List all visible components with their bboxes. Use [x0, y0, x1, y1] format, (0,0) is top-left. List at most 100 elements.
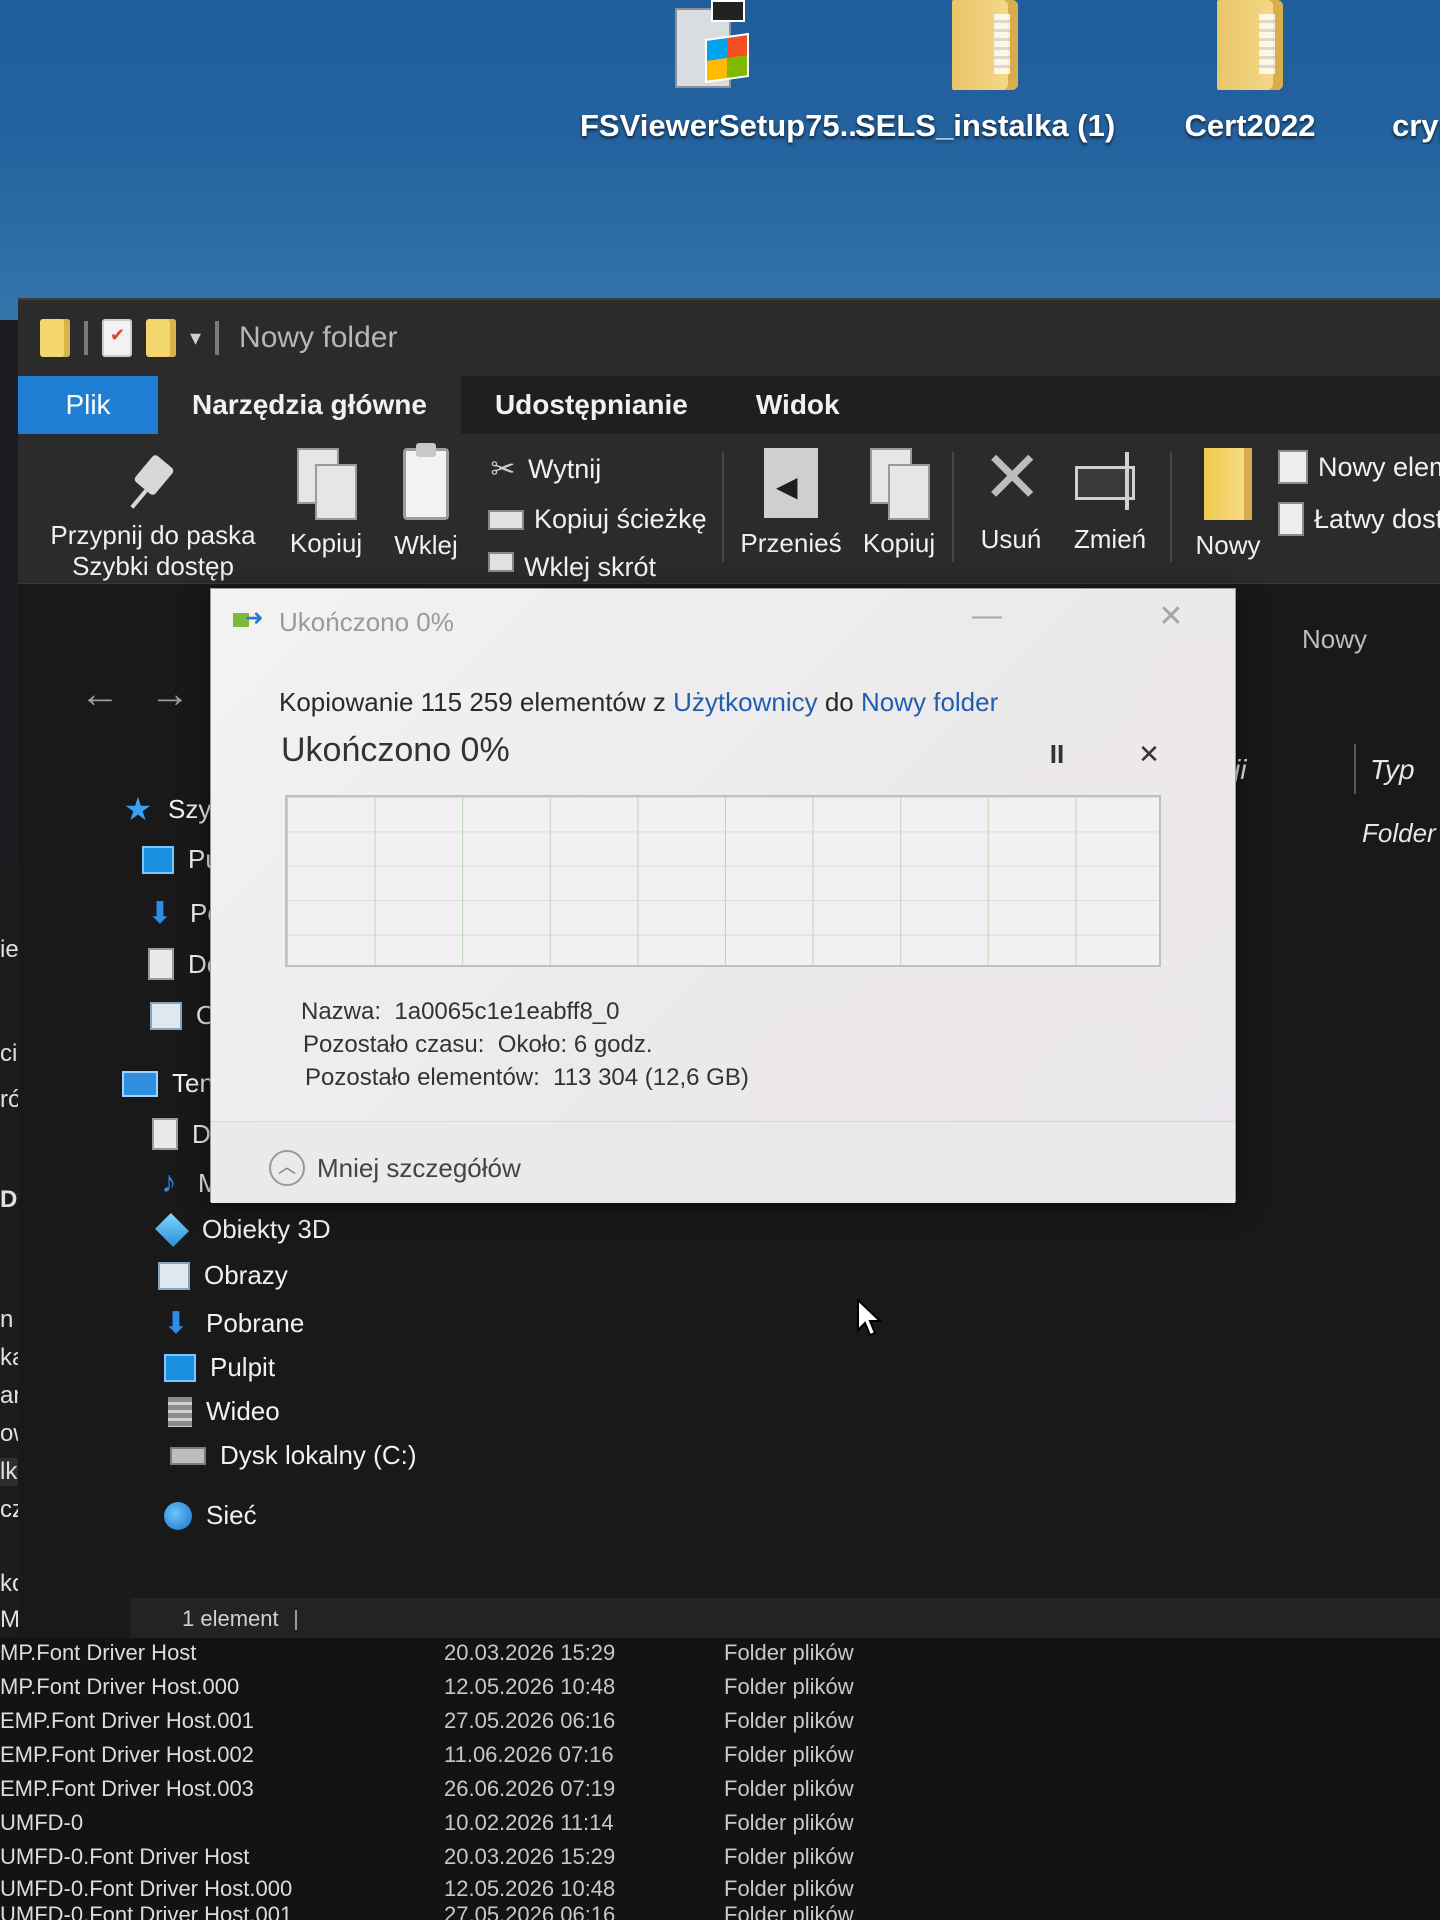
back-arrow-icon[interactable]: ←: [80, 672, 120, 717]
sidebar-item-desktop[interactable]: Pu: [142, 844, 220, 875]
pin-label: Przypnij do paska: [50, 520, 256, 550]
copy-mid: do: [817, 687, 861, 717]
less-details-button[interactable]: ︿ Mniej szczegółów: [269, 1150, 521, 1186]
cancel-button[interactable]: ✕: [1129, 739, 1169, 775]
desktop-icon-cert2022[interactable]: Cert2022: [1120, 0, 1380, 144]
copy-path-button[interactable]: Kopiuj ścieżkę: [488, 504, 707, 535]
paste-shortcut-button[interactable]: Wklej skrót: [488, 552, 656, 582]
sidebar-item-local-disk[interactable]: Dysk lokalny (C:): [170, 1440, 416, 1471]
desktop-icon-fsviewer[interactable]: FSViewerSetup75....: [580, 0, 874, 144]
list-item[interactable]: UMFD-0 10.02.2026 11:14 Folder plików: [0, 1810, 1440, 1844]
file-date: 10.02.2026 11:14: [444, 1810, 614, 1835]
list-item[interactable]: MP.Font Driver Host.000 12.05.2026 10:48 F…: [0, 1674, 1440, 1708]
easy-access-label: Łatwy dost: [1314, 503, 1440, 534]
sidebar-item-network[interactable]: Sieć: [164, 1500, 257, 1531]
document-icon: [148, 948, 174, 980]
network-icon: [164, 1501, 192, 1530]
sidebar-item-pictures-pc[interactable]: Obrazy: [158, 1260, 288, 1291]
copy-to-icon: [870, 448, 930, 520]
destination-link[interactable]: Nowy folder: [861, 687, 998, 717]
sidebar-item-downloads-pc[interactable]: ⬇ Pobrane: [160, 1306, 304, 1341]
copy-to-label: Kopiuj: [862, 528, 936, 558]
download-arrow-icon: ⬇: [163, 1307, 189, 1340]
new-folder-icon[interactable]: [146, 319, 176, 357]
file-type: Folder plików: [724, 1902, 854, 1920]
ribbon: Przypnij do paska Szybki dostęp Kopiuj W…: [18, 434, 1440, 584]
window-title: Nowy folder: [239, 321, 398, 354]
group-label-new: Nowy: [1302, 624, 1368, 654]
scissors-icon: ✂: [490, 453, 516, 486]
new-folder-label: Nowy: [1195, 530, 1261, 560]
copy-path-label: Kopiuj ścieżkę: [534, 504, 707, 534]
file-date: 12.05.2026 10:48: [444, 1876, 616, 1901]
sidebar-item-3d-objects[interactable]: Obiekty 3D: [155, 1212, 331, 1247]
pictures-icon: [150, 1001, 182, 1030]
sidebar-item-desktop-pc[interactable]: Pulpit: [164, 1352, 275, 1383]
sidebar-item-videos[interactable]: Wideo: [168, 1396, 280, 1427]
paste-button[interactable]: Wklej: [386, 443, 466, 561]
detail-value: Około: 6 godz.: [497, 1031, 653, 1058]
row-type: Folder p: [1362, 818, 1440, 848]
copy-icon: [297, 448, 357, 520]
video-icon: [168, 1396, 192, 1427]
chevron-up-icon: ︿: [269, 1150, 305, 1186]
new-folder-button[interactable]: Nowy: [1178, 448, 1278, 561]
list-item[interactable]: EMP.Font Driver Host.003 26.06.2026 07:19…: [0, 1776, 1440, 1810]
rename-button[interactable]: Zmień: [1062, 448, 1158, 555]
folder-icon[interactable]: [40, 319, 70, 357]
copy-progress-dialog: Ukończono 0% — ✕ Kopiowanie 115 259 elem…: [210, 588, 1236, 1203]
column-separator[interactable]: [1354, 744, 1356, 794]
progress-percent: Ukończono 0%: [281, 731, 510, 769]
file-name: MP.Font Driver Host: [0, 1640, 197, 1665]
source-link[interactable]: Użytkownicy: [673, 687, 817, 717]
file-list: MP.Font Driver Host 20.03.2026 15:29 Folde…: [0, 1638, 1440, 1920]
desktop-icon: [164, 1353, 196, 1382]
list-item[interactable]: EMP.Font Driver Host.002 11.06.2026 07:16…: [0, 1742, 1440, 1776]
move-to-button[interactable]: Przenieś: [736, 448, 846, 559]
cut-button[interactable]: ✂ Wytnij: [488, 452, 601, 487]
tab-share[interactable]: Udostępnianie: [461, 376, 722, 434]
properties-icon[interactable]: [102, 319, 132, 357]
desktop-icon-sels[interactable]: SELS_instalka (1): [855, 0, 1115, 144]
new-item-button[interactable]: Nowy elem: [1278, 450, 1440, 484]
music-note-icon: ♪: [161, 1166, 177, 1199]
copy-to-button[interactable]: Kopiuj: [854, 448, 944, 559]
desktop-icon-cryp[interactable]: cryp: [1370, 0, 1440, 144]
forward-arrow-icon[interactable]: →: [150, 672, 190, 717]
list-item[interactable]: MP.Font Driver Host 20.03.2026 15:29 Folde…: [0, 1640, 1440, 1674]
paste-label: Wklej: [394, 530, 458, 560]
pin-quick-access-button[interactable]: Przypnij do paska Szybki dostęp: [48, 454, 258, 582]
easy-access-icon: [1278, 502, 1304, 536]
file-name: UMFD-0.Font Driver Host.000: [0, 1876, 293, 1901]
close-button[interactable]: ✕: [1151, 599, 1191, 634]
list-item[interactable]: UMFD-0.Font Driver Host.001 27.05.2026 06…: [0, 1902, 1440, 1920]
file-type: Folder plików: [724, 1742, 854, 1767]
list-item[interactable]: UMFD-0.Font Driver Host 20.03.2026 15:29 F…: [0, 1844, 1440, 1878]
bg-item: ie: [0, 936, 19, 963]
delete-label: Usuń: [980, 524, 1042, 554]
detail-label: Pozostało elementów:: [305, 1064, 540, 1091]
copy-button[interactable]: Kopiuj: [286, 448, 366, 559]
delete-button[interactable]: ✕ Usuń: [966, 438, 1056, 555]
tab-view[interactable]: Widok: [722, 376, 874, 434]
dialog-footer: ︿ Mniej szczegółów: [211, 1121, 1235, 1203]
3d-objects-icon: [155, 1212, 189, 1247]
new-folder-icon: [1204, 448, 1252, 520]
detail-items: Pozostało elementów: 113 304 (12,6 GB): [305, 1061, 749, 1094]
copy-description: Kopiowanie 115 259 elementów z Użytkowni…: [279, 687, 998, 718]
minimize-button[interactable]: —: [967, 599, 1007, 633]
pause-button[interactable]: II: [1037, 739, 1077, 775]
tab-file[interactable]: Plik: [18, 376, 158, 434]
tab-home[interactable]: Narzędzia główne: [158, 376, 461, 434]
customize-toolbar-icon[interactable]: ▾: [190, 325, 201, 351]
file-type: Folder plików: [724, 1810, 854, 1835]
separator: [84, 321, 88, 355]
easy-access-button[interactable]: Łatwy dost: [1278, 502, 1440, 536]
column-header-type[interactable]: Typ: [1370, 754, 1415, 786]
list-item[interactable]: EMP.Font Driver Host.001 27.05.2026 06:16…: [0, 1708, 1440, 1742]
delete-icon: ✕: [982, 438, 1043, 518]
file-name: EMP.Font Driver Host.003: [0, 1776, 254, 1801]
desktop-icon-label: cryp: [1392, 108, 1440, 143]
file-date: 20.03.2026 15:29: [444, 1640, 616, 1665]
file-name: UMFD-0: [0, 1810, 84, 1835]
